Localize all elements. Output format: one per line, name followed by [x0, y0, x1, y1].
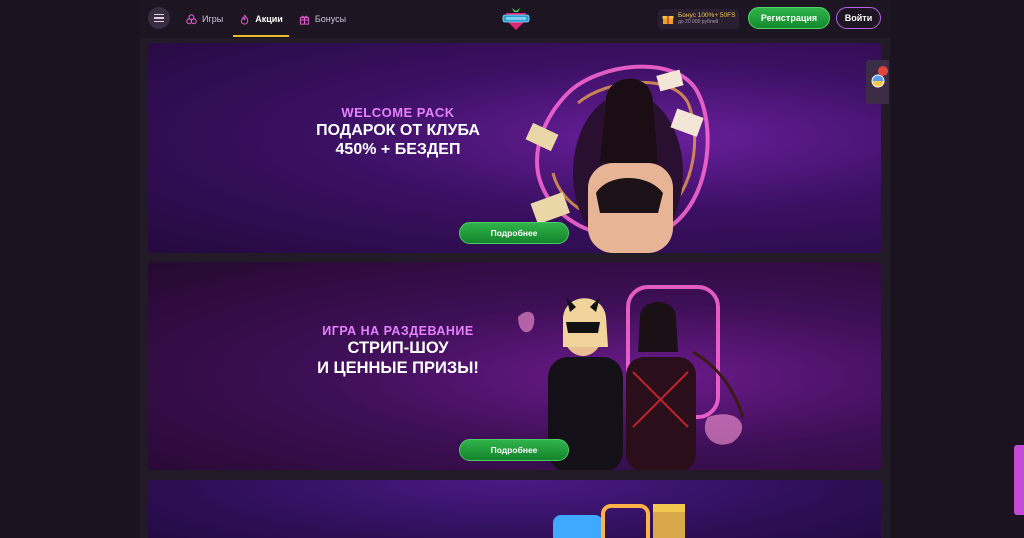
banner-text: ИГРА НА РАЗДЕВАНИЕ СТРИП-ШОУ И ЦЕННЫЕ ПР… — [298, 324, 498, 379]
banner-kicker: WELCOME PACK — [341, 105, 455, 120]
chat-avatar-icon — [871, 74, 885, 88]
gift-icon — [299, 15, 309, 25]
nav-label-bonuses: Бонусы — [314, 14, 347, 24]
register-button[interactable]: Регистрация — [748, 7, 830, 29]
main-nav: Игры Акции Бонусы — [180, 0, 356, 38]
side-edge-tab[interactable] — [1014, 445, 1024, 515]
banner-headline-line1: СТРИП-ШОУ — [347, 339, 449, 357]
nav-item-bonuses[interactable]: Бонусы — [293, 0, 352, 38]
promo-banner-strip-show[interactable]: ИГРА НА РАЗДЕВАНИЕ СТРИП-ШОУ И ЦЕННЫЕ ПР… — [148, 262, 881, 470]
more-button[interactable]: Подробнее — [459, 439, 569, 461]
banner-illustration — [553, 504, 685, 538]
banner-headline-line2: 450% + БЕЗДЕП — [335, 140, 461, 158]
bonus-text: Бонус 100%+ 50FS до 20 000 рублей — [678, 12, 735, 26]
banner-text: WELCOME PACK ПОДАРОК ОТ КЛУБА 450% + БЕЗ… — [308, 105, 488, 159]
nav-label-games: Игры — [202, 14, 224, 24]
strawberry-logo-icon[interactable] — [501, 5, 531, 31]
promo-banner-welcome[interactable]: WELCOME PACK ПОДАРОК ОТ КЛУБА 450% + БЕЗ… — [148, 43, 881, 253]
hamburger-icon — [154, 13, 164, 16]
notification-badge — [878, 66, 888, 76]
nav-item-promotions[interactable]: Акции — [233, 0, 289, 38]
nav-label-promotions: Акции — [255, 14, 283, 24]
page-container: Игры Акции Бонусы Бонус 100%+ 50FS до 20… — [140, 0, 890, 538]
fire-icon — [241, 14, 249, 25]
top-header: Игры Акции Бонусы Бонус 100%+ 50FS до 20… — [140, 0, 890, 38]
banner-headline-line1: ПОДАРОК ОТ КЛУБА — [316, 121, 480, 139]
banner-headline-line2: И ЦЕННЫЕ ПРИЗЫ! — [317, 358, 479, 377]
side-chat-widget[interactable] — [866, 60, 889, 104]
more-button[interactable]: Подробнее — [459, 222, 569, 244]
menu-button[interactable] — [148, 7, 170, 29]
bonus-offer[interactable]: Бонус 100%+ 50FS до 20 000 рублей — [658, 9, 740, 29]
gift-box-icon — [662, 16, 674, 24]
banner-kicker: ИГРА НА РАЗДЕВАНИЕ — [322, 324, 474, 338]
promo-banner-partial[interactable] — [148, 480, 881, 538]
games-icon — [186, 13, 197, 24]
login-button[interactable]: Войти — [836, 7, 881, 29]
nav-item-games[interactable]: Игры — [180, 0, 229, 38]
bonus-subtitle: до 20 000 рублей — [678, 19, 719, 26]
